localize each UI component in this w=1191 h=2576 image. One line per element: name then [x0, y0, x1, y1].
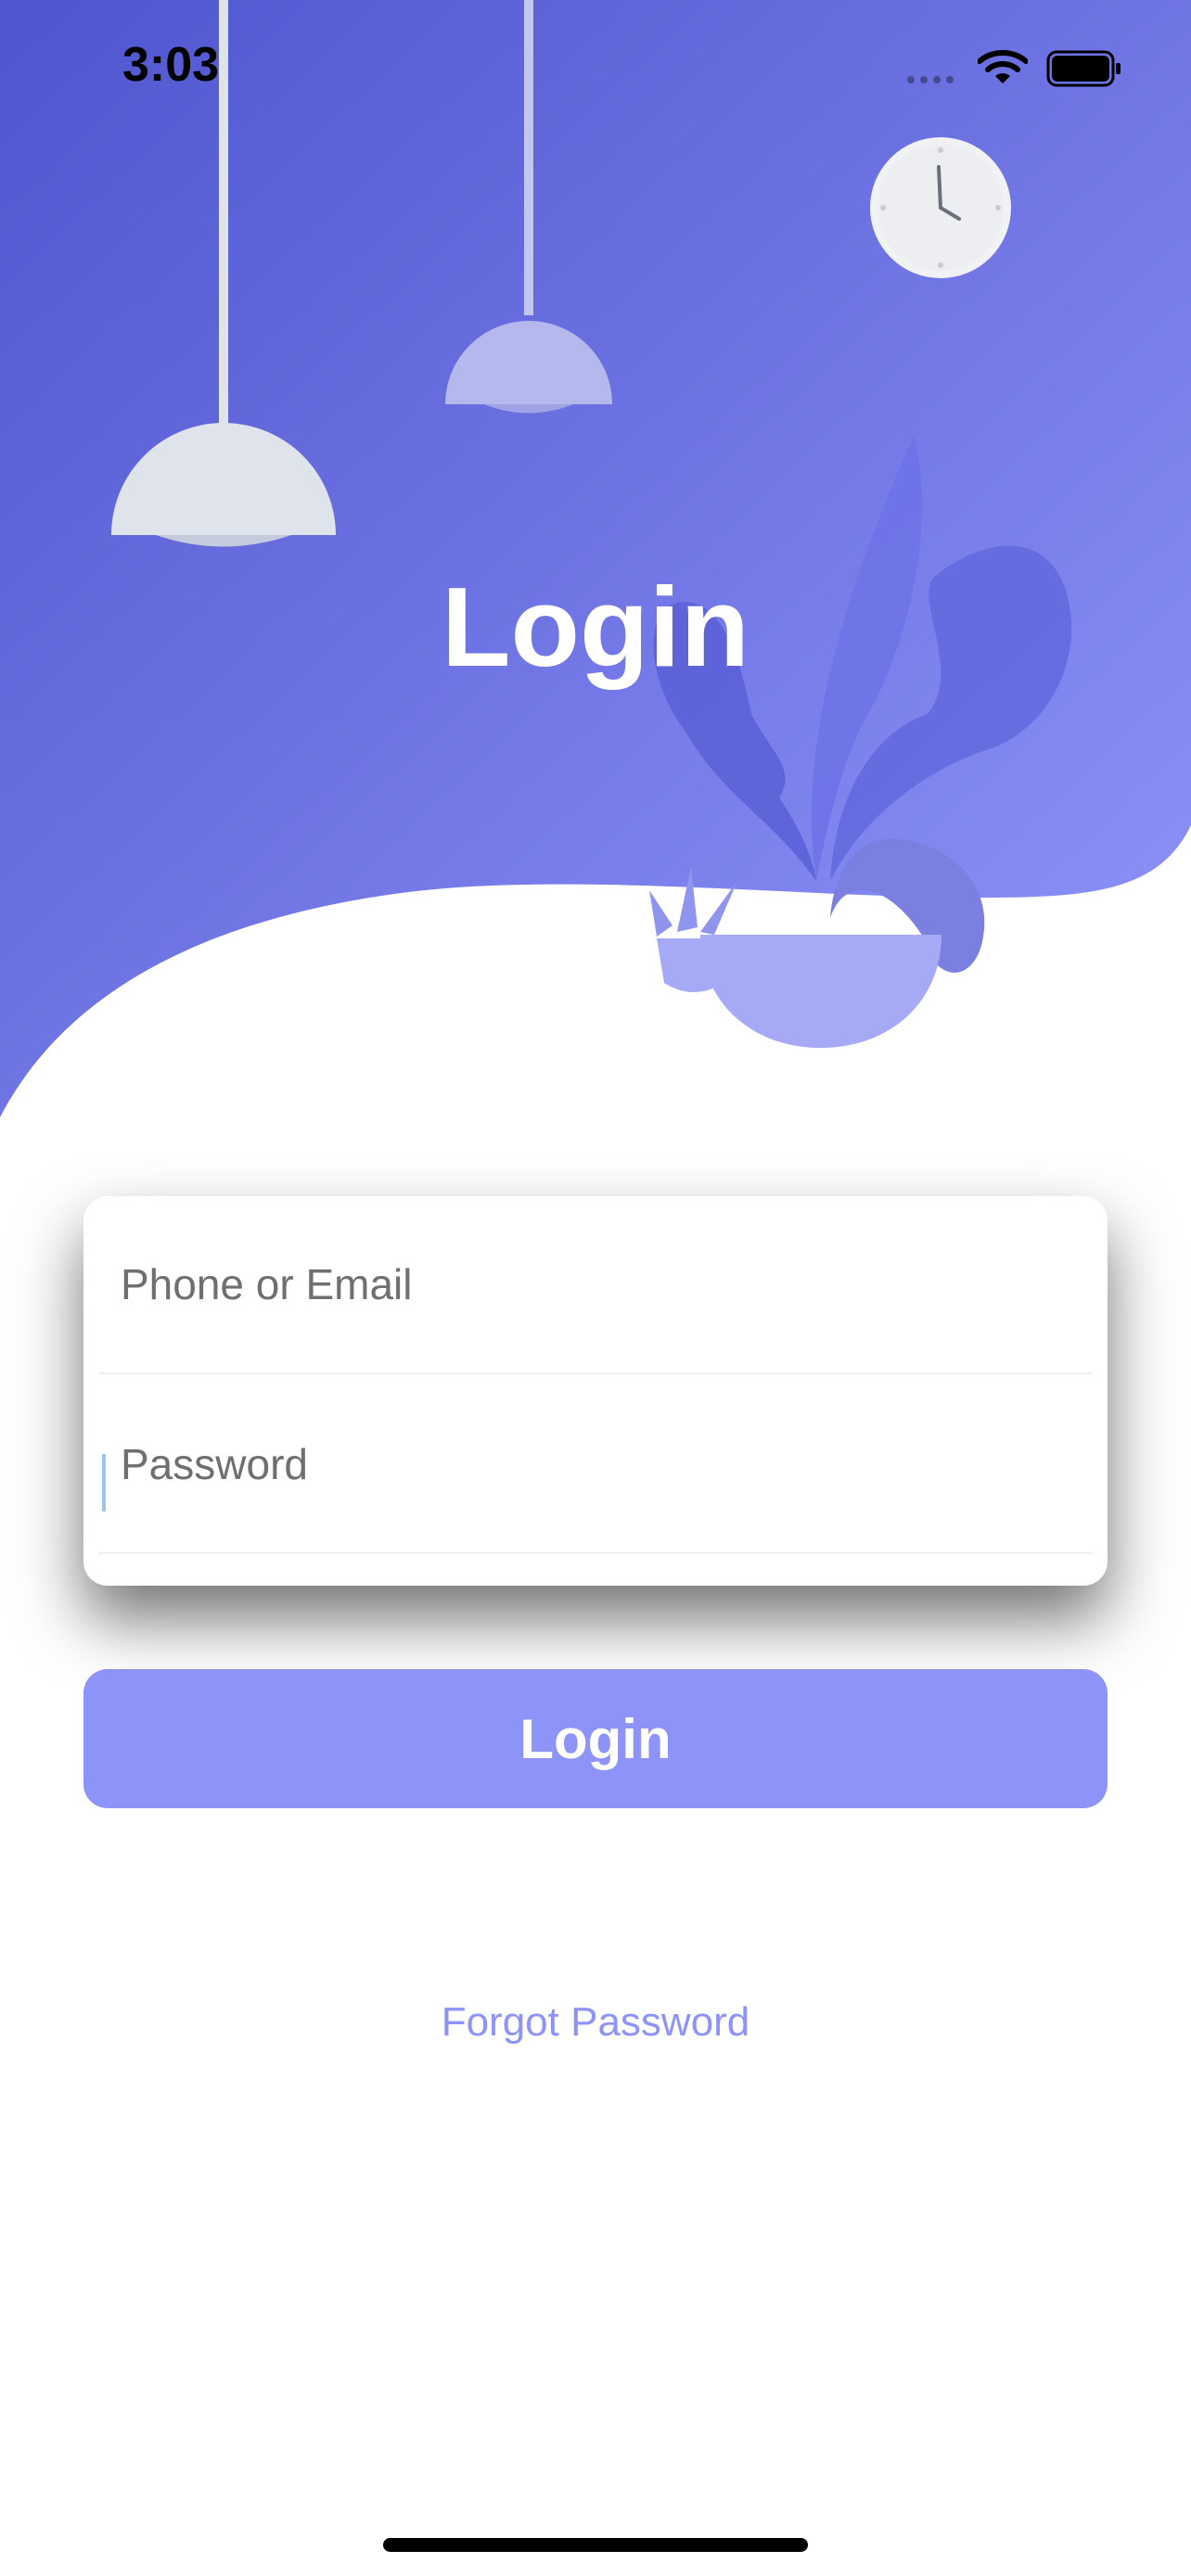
wifi-icon [978, 50, 1028, 83]
phone-email-field [98, 1196, 1093, 1374]
battery-icon [1046, 50, 1121, 87]
status-bar: 3:03 [0, 0, 1191, 130]
page-title: Login [442, 564, 749, 690]
password-input[interactable] [121, 1376, 1067, 1552]
wall-clock-icon [870, 137, 1011, 278]
home-indicator[interactable] [383, 2538, 808, 2552]
forgot-password-link[interactable]: Forgot Password [0, 1999, 1191, 2046]
status-time: 3:03 [122, 38, 220, 92]
cellular-signal-icon [907, 76, 954, 83]
phone-email-input[interactable] [121, 1196, 1067, 1372]
text-cursor [102, 1454, 106, 1511]
login-button[interactable]: Login [83, 1669, 1108, 1808]
login-form-card [83, 1196, 1108, 1586]
password-field [98, 1376, 1093, 1554]
